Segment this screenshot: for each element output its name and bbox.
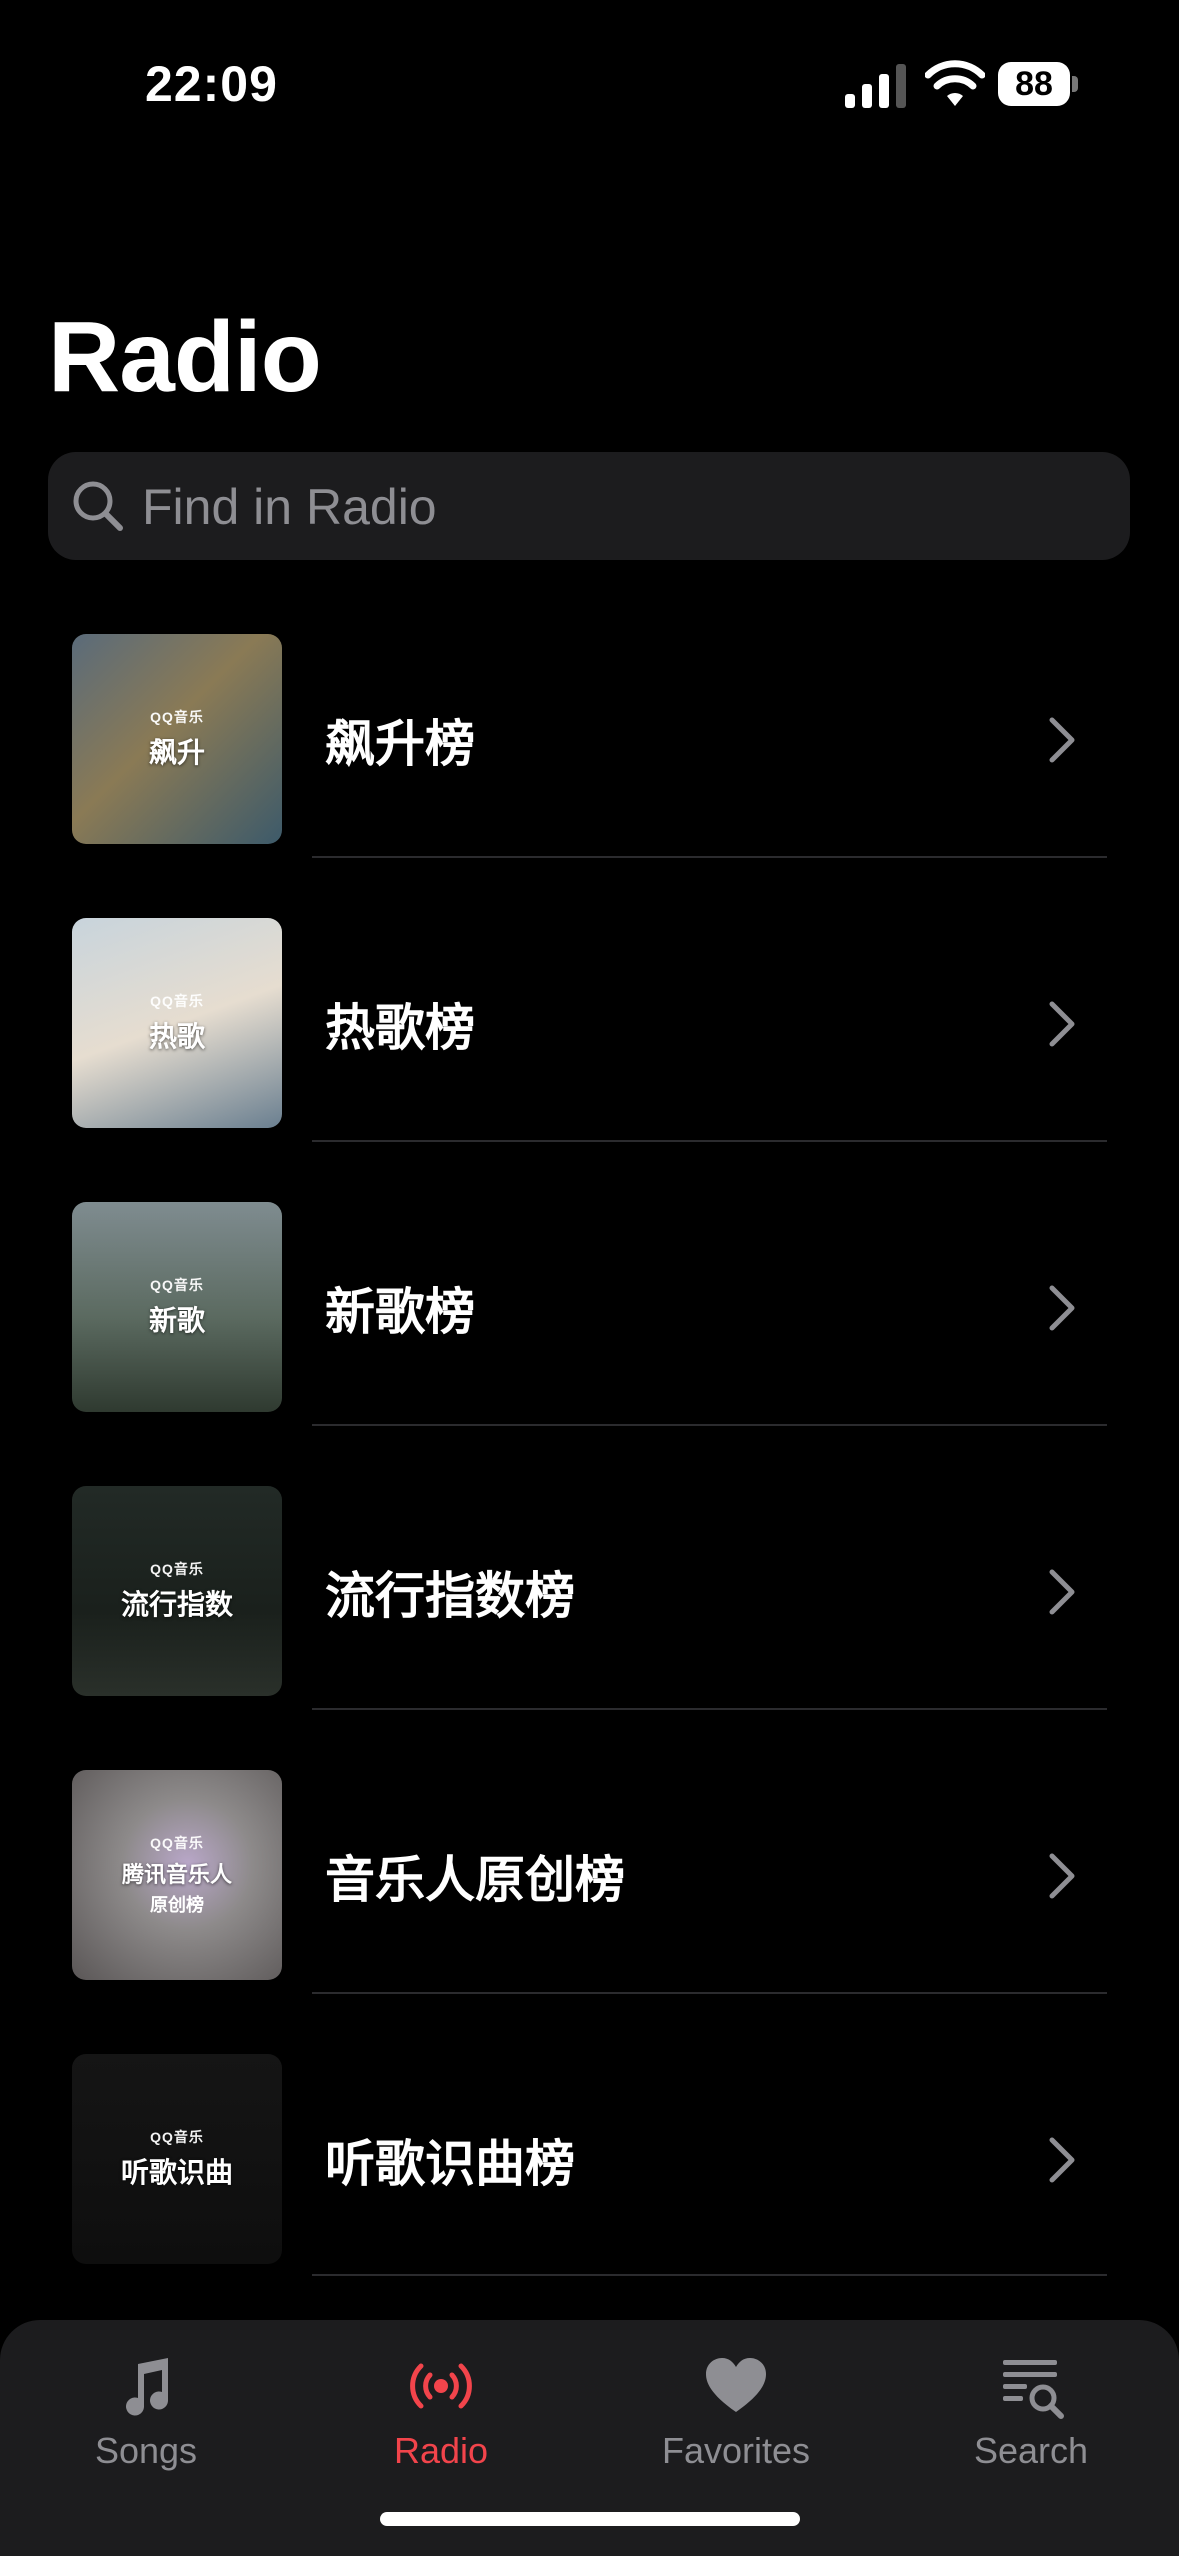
- chevron-right-icon: [1049, 1001, 1075, 1047]
- chart-cover-image: QQ音乐 听歌识曲: [72, 2054, 282, 2264]
- chevron-right-icon: [1049, 717, 1075, 763]
- cover-label: 新歌: [148, 1305, 205, 1336]
- cover-sublabel: 原创榜: [150, 1895, 204, 1915]
- cover-label: 听歌识曲: [120, 2157, 233, 2188]
- page-title: Radio: [48, 301, 322, 413]
- divider: [312, 1140, 1107, 1142]
- divider: [312, 1424, 1107, 1426]
- list-item[interactable]: QQ音乐 热歌 热歌榜: [0, 856, 1179, 1140]
- divider: [312, 1708, 1107, 1710]
- chevron-right-icon: [1049, 1853, 1075, 1899]
- tab-label: Favorites: [661, 2430, 811, 2471]
- search-input[interactable]: [140, 452, 1104, 562]
- cover-brand: QQ音乐: [150, 1561, 204, 1577]
- list-item[interactable]: QQ音乐 流行指数 流行指数榜: [0, 1424, 1179, 1708]
- tab-radio[interactable]: Radio: [311, 2350, 571, 2500]
- cover-brand: QQ音乐: [150, 2129, 204, 2145]
- tab-songs[interactable]: Songs: [16, 2350, 276, 2500]
- list-item-title: 热歌榜: [325, 1000, 475, 1056]
- heart-icon: [706, 2358, 766, 2412]
- cover-label: 腾讯音乐人: [121, 1862, 232, 1887]
- list-item[interactable]: QQ音乐 新歌 新歌榜: [0, 1140, 1179, 1424]
- cover-brand: QQ音乐: [150, 1277, 204, 1293]
- chart-cover-image: QQ音乐 热歌: [72, 918, 282, 1128]
- cover-label: 流行指数: [120, 1589, 233, 1620]
- chart-cover-image: QQ音乐 飙升: [72, 634, 282, 844]
- search-list-icon: [1003, 2360, 1064, 2419]
- cellular-signal-icon: [845, 64, 906, 108]
- battery-cap: [1072, 76, 1078, 92]
- list-item[interactable]: QQ音乐 听歌识曲 听歌识曲榜: [0, 1992, 1179, 2276]
- list-item-title: 飙升榜: [325, 716, 475, 772]
- status-time: 22:09: [145, 56, 278, 112]
- tab-label: Search: [973, 2430, 1089, 2471]
- list-item-title: 音乐人原创榜: [325, 1852, 625, 1908]
- list-item-title: 新歌榜: [325, 1284, 475, 1340]
- divider: [312, 2274, 1107, 2276]
- list-item[interactable]: QQ音乐 腾讯音乐人 原创榜 音乐人原创榜: [0, 1708, 1179, 1992]
- chevron-right-icon: [1049, 1569, 1075, 1615]
- list-item-title: 流行指数榜: [325, 1568, 575, 1624]
- chart-cover-image: QQ音乐 腾讯音乐人 原创榜: [72, 1770, 282, 1980]
- list-item[interactable]: QQ音乐 飙升 飙升榜: [0, 572, 1179, 856]
- chart-cover-image: QQ音乐 新歌: [72, 1202, 282, 1412]
- home-indicator: [380, 2512, 800, 2526]
- status-bar: 22:09 88: [0, 0, 1179, 170]
- tab-favorites[interactable]: Favorites: [606, 2350, 866, 2500]
- cover-label: 飙升: [148, 737, 205, 768]
- search-icon: [73, 481, 123, 531]
- battery-indicator: 88: [998, 62, 1080, 108]
- music-note-icon: [126, 2358, 169, 2416]
- wifi-icon: [925, 60, 985, 106]
- tab-label: Radio: [393, 2430, 489, 2471]
- chevron-right-icon: [1049, 1285, 1075, 1331]
- battery-level: 88: [998, 62, 1070, 106]
- cover-brand: QQ音乐: [150, 1835, 204, 1851]
- divider: [312, 1992, 1107, 1994]
- cover-label: 热歌: [148, 1021, 205, 1052]
- chart-cover-image: QQ音乐 流行指数: [72, 1486, 282, 1696]
- search-bar[interactable]: [48, 452, 1130, 562]
- list-item-title: 听歌识曲榜: [325, 2136, 575, 2192]
- cover-brand: QQ音乐: [150, 709, 204, 725]
- cover-brand: QQ音乐: [150, 993, 204, 1009]
- divider: [312, 856, 1107, 858]
- tab-search[interactable]: Search: [901, 2350, 1161, 2500]
- chevron-right-icon: [1049, 2137, 1075, 2183]
- tab-label: Songs: [94, 2430, 198, 2471]
- broadcast-icon: [410, 2363, 472, 2409]
